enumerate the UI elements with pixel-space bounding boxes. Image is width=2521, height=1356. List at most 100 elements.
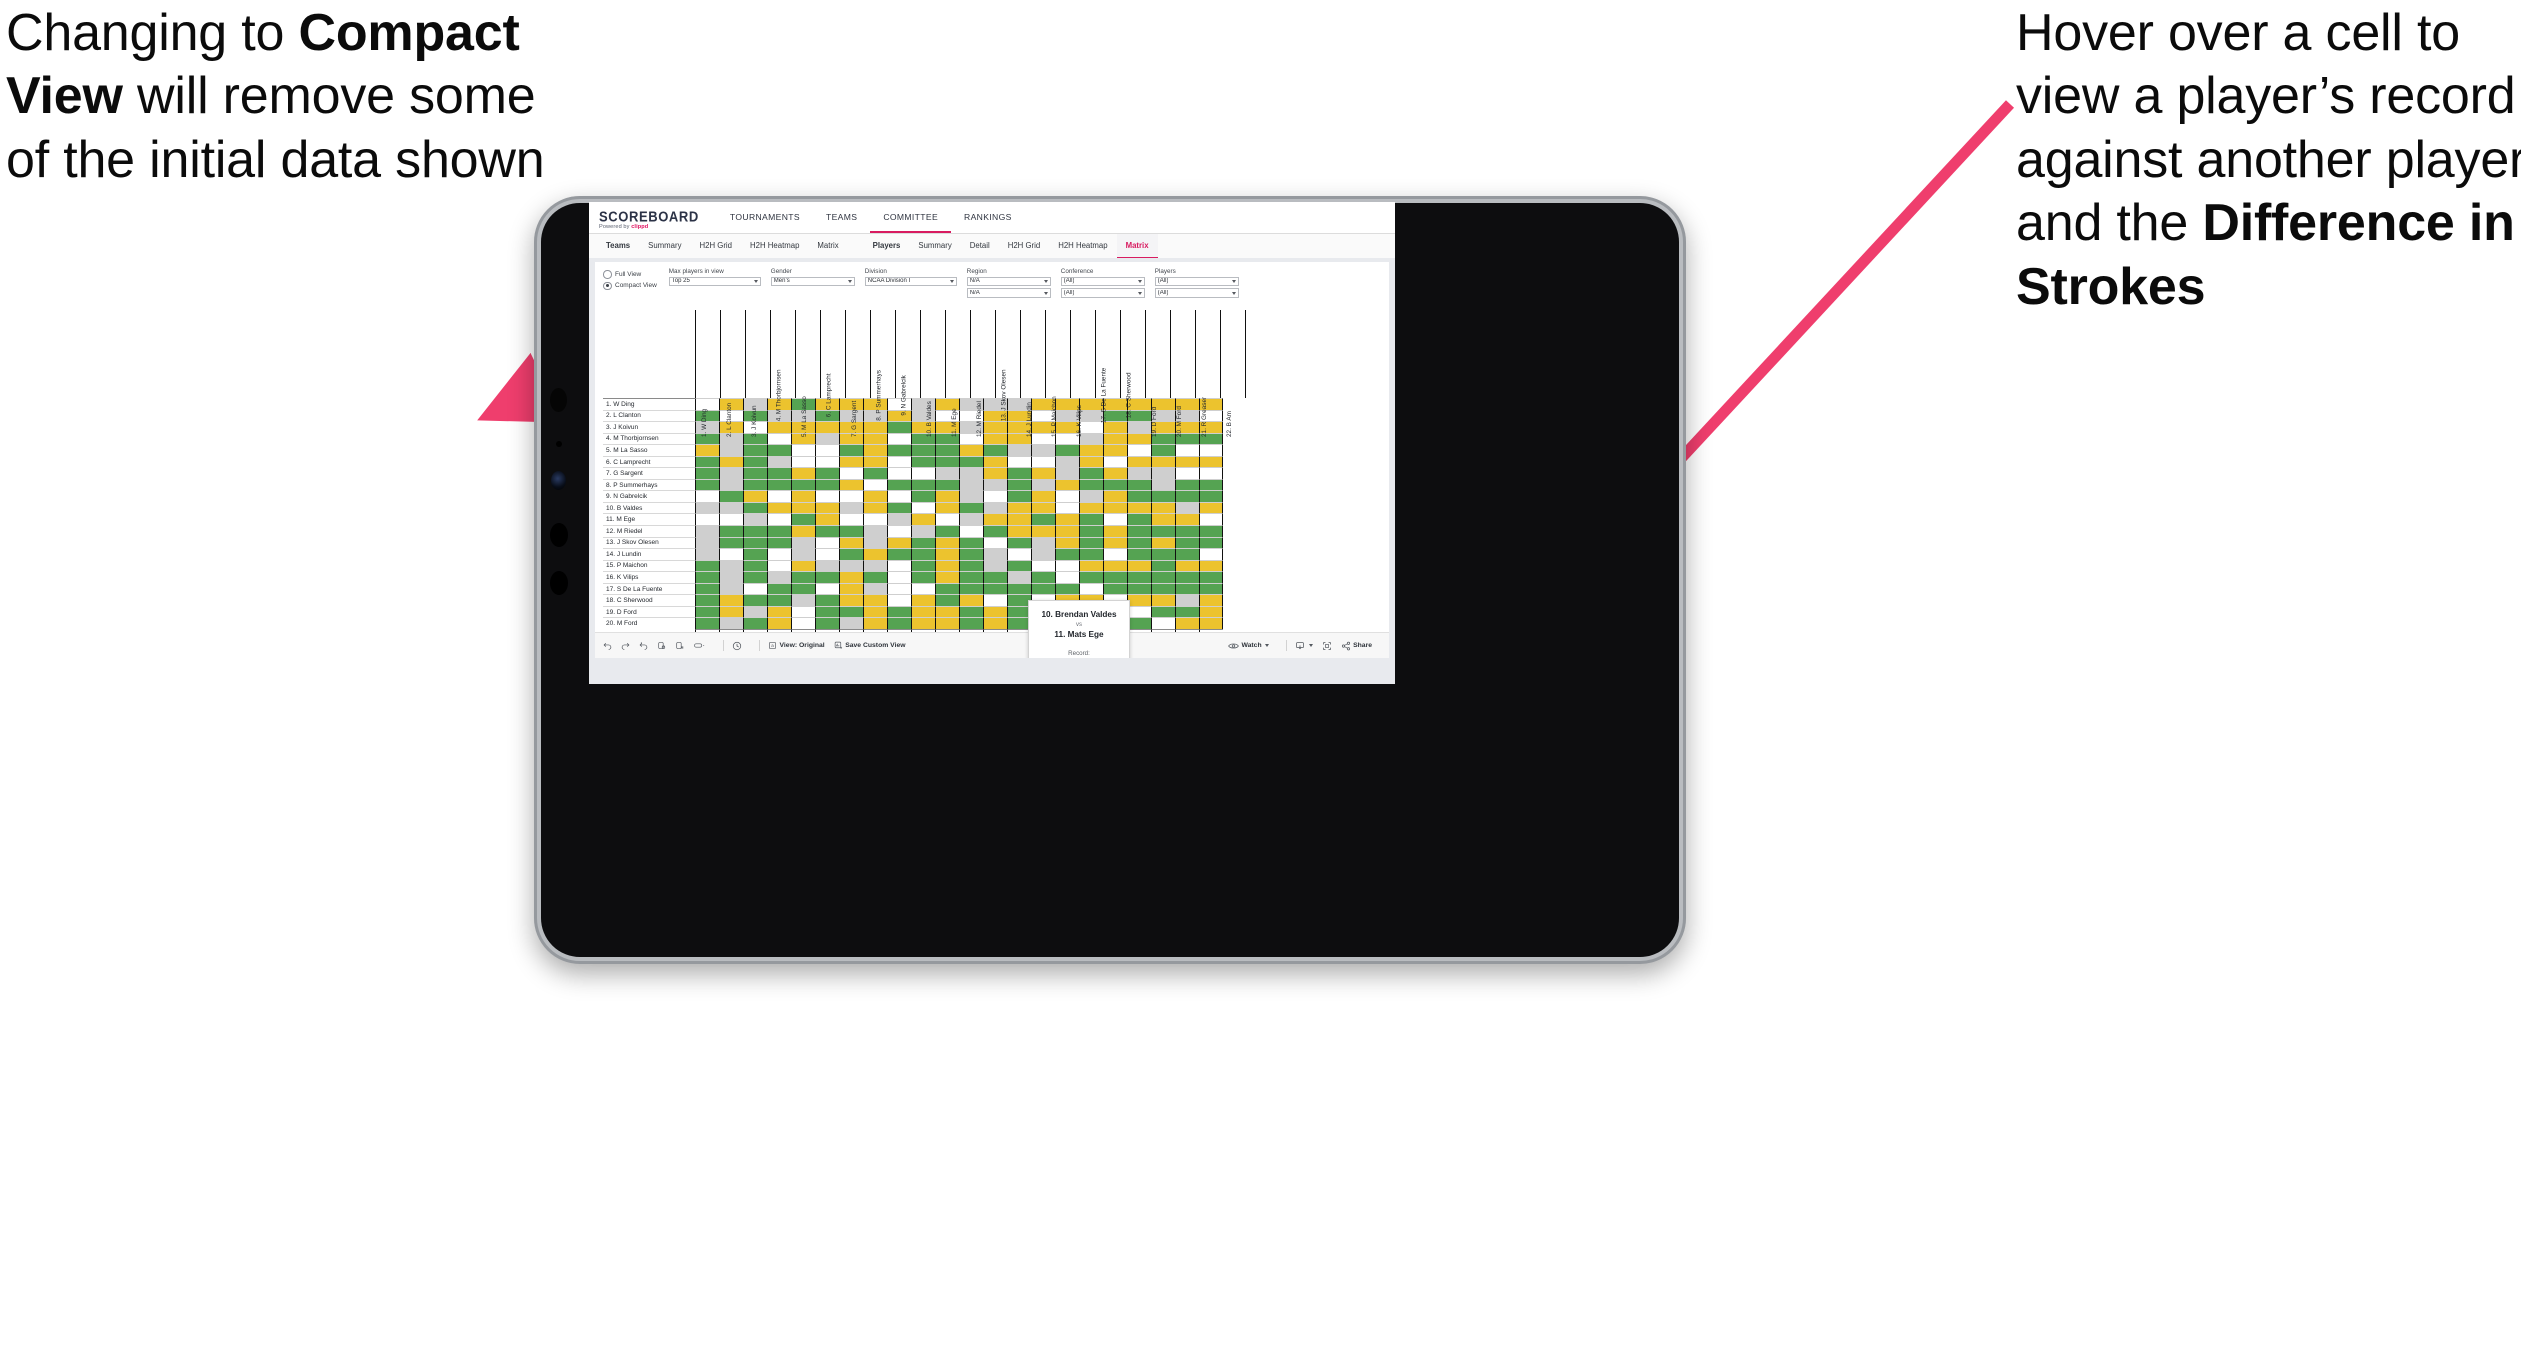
matrix-cell[interactable] (839, 444, 863, 456)
matrix-cell[interactable] (911, 571, 935, 583)
matrix-cell[interactable] (719, 605, 743, 618)
matrix-row-header[interactable]: 15. P Maichon (603, 559, 695, 572)
matrix-cell[interactable] (1103, 444, 1127, 456)
matrix-cell[interactable] (719, 467, 743, 479)
matrix-cell[interactable] (1127, 594, 1151, 606)
save-custom-view-button[interactable]: Save Custom View (834, 641, 906, 650)
matrix-cell[interactable] (935, 559, 959, 572)
matrix-cell[interactable] (1199, 594, 1223, 606)
matrix-row-header[interactable]: 5. M La Sasso (603, 444, 695, 456)
matrix-cell[interactable] (743, 594, 767, 606)
undo-icon[interactable] (603, 641, 612, 650)
matrix-cell[interactable] (1127, 548, 1151, 560)
matrix-row-header[interactable]: 18. C Sherwood (603, 594, 695, 606)
matrix-cell[interactable] (815, 548, 839, 560)
matrix-cell[interactable] (767, 467, 791, 479)
matrix-row-header[interactable]: 2. L Clanton (603, 409, 695, 422)
matrix-cell[interactable] (959, 594, 983, 606)
matrix-cell[interactable] (1007, 501, 1031, 514)
matrix-cell[interactable] (959, 559, 983, 572)
matrix-row-header[interactable]: 12. M Riedel (603, 525, 695, 537)
matrix-column-header[interactable]: 6. C Lamprecht (820, 310, 845, 417)
matrix-cell[interactable] (1175, 548, 1199, 560)
filter-conference-select[interactable]: (All) (1060, 276, 1145, 286)
matrix-cell[interactable] (1031, 536, 1055, 549)
matrix-cell[interactable] (695, 571, 719, 583)
matrix-cell[interactable] (719, 513, 743, 526)
matrix-column-header[interactable]: 17. S De La Fuente (1095, 310, 1120, 423)
matrix-row-header[interactable]: 9. N Gabrelcik (603, 490, 695, 502)
matrix-cell[interactable] (1103, 478, 1127, 491)
matrix-cell[interactable] (1199, 513, 1223, 526)
matrix-cell[interactable] (911, 478, 935, 491)
matrix-cell[interactable] (815, 478, 839, 491)
matrix-cell[interactable] (743, 617, 767, 629)
matrix-cell[interactable] (791, 478, 815, 491)
matrix-cell[interactable] (935, 501, 959, 514)
matrix-cell[interactable] (815, 582, 839, 595)
matrix-row-header[interactable]: 10. B Valdes (603, 501, 695, 514)
matrix-cell[interactable] (863, 513, 887, 526)
matrix-cell[interactable] (1151, 444, 1175, 456)
matrix-cell[interactable] (983, 455, 1007, 468)
clock-icon[interactable] (732, 641, 742, 651)
matrix-cell[interactable] (863, 490, 887, 502)
nav-rankings[interactable]: RANKINGS (951, 202, 1025, 233)
matrix-cell[interactable] (719, 455, 743, 468)
matrix-cell[interactable] (815, 501, 839, 514)
matrix-cell[interactable] (839, 559, 863, 572)
matrix-cell[interactable] (695, 455, 719, 468)
matrix-cell[interactable] (1151, 582, 1175, 595)
redo-icon[interactable] (621, 641, 630, 650)
matrix-cell[interactable] (743, 559, 767, 572)
matrix-cell[interactable] (767, 594, 791, 606)
matrix-row-header[interactable]: 13. J Skov Olesen (603, 536, 695, 549)
matrix-cell[interactable] (719, 617, 743, 629)
matrix-cell[interactable] (1127, 467, 1151, 479)
matrix-column-header[interactable]: 8. P Summerhays (870, 310, 895, 420)
matrix-cell[interactable] (1007, 559, 1031, 572)
matrix-cell[interactable] (1031, 467, 1055, 479)
filter-gender-select[interactable]: Men’s (770, 276, 855, 286)
matrix-cell[interactable] (1175, 536, 1199, 549)
matrix-column-header[interactable]: 12. M Riedel (970, 310, 995, 437)
matrix-cell[interactable] (983, 605, 1007, 618)
matrix-cell[interactable] (911, 548, 935, 560)
nav-teams[interactable]: TEAMS (813, 202, 870, 233)
matrix-cell[interactable] (1031, 501, 1055, 514)
matrix-cell[interactable] (863, 478, 887, 491)
matrix-cell[interactable] (1127, 444, 1151, 456)
matrix-cell[interactable] (959, 467, 983, 479)
matrix-cell[interactable] (1127, 582, 1151, 595)
matrix-cell[interactable] (695, 617, 719, 629)
matrix-cell[interactable] (767, 478, 791, 491)
matrix-cell[interactable] (791, 536, 815, 549)
matrix-cell[interactable] (791, 582, 815, 595)
matrix-cell[interactable] (1103, 536, 1127, 549)
matrix-cell[interactable] (839, 582, 863, 595)
matrix-cell[interactable] (1175, 478, 1199, 491)
matrix-cell[interactable] (791, 455, 815, 468)
matrix-cell[interactable] (1031, 582, 1055, 595)
matrix-cell[interactable] (887, 582, 911, 595)
matrix-cell[interactable] (743, 605, 767, 618)
matrix-cell[interactable] (719, 594, 743, 606)
matrix-cell[interactable] (1175, 467, 1199, 479)
matrix-cell[interactable] (1151, 571, 1175, 583)
matrix-cell[interactable] (863, 571, 887, 583)
matrix-cell[interactable] (815, 490, 839, 502)
matrix-cell[interactable] (839, 617, 863, 629)
matrix-cell[interactable] (695, 513, 719, 526)
matrix-cell[interactable] (1127, 559, 1151, 572)
matrix-column-header[interactable]: 19. D Ford (1145, 310, 1170, 437)
matrix-cell[interactable] (1151, 467, 1175, 479)
filter-players-select[interactable]: (All) (1154, 276, 1239, 286)
matrix-cell[interactable] (1199, 571, 1223, 583)
matrix-cell[interactable] (839, 513, 863, 526)
matrix-cell[interactable] (959, 582, 983, 595)
matrix-column-header[interactable]: 13. J Skov Olesen (995, 310, 1020, 421)
watch-button[interactable]: Watch (1228, 642, 1270, 650)
matrix-cell[interactable] (719, 478, 743, 491)
matrix-cell[interactable] (1103, 513, 1127, 526)
matrix-cell[interactable] (887, 548, 911, 560)
